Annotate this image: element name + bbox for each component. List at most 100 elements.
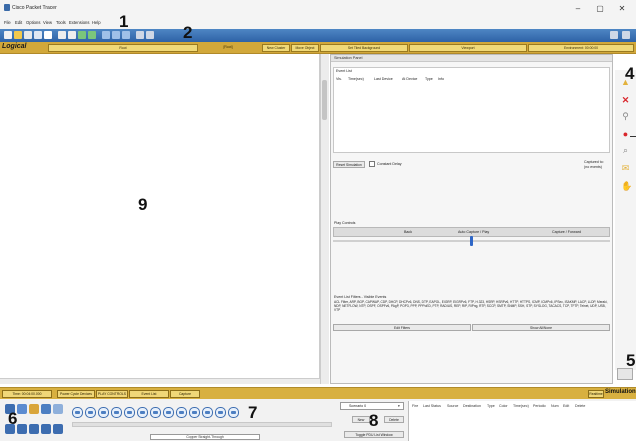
- save-icon[interactable]: [24, 31, 32, 39]
- new-cluster-button[interactable]: New Cluster: [262, 44, 290, 52]
- paste-icon[interactable]: [68, 31, 76, 39]
- open-icon[interactable]: [14, 31, 22, 39]
- simulation-mode-icon[interactable]: [617, 368, 633, 380]
- event-col-last-device: Last Device: [374, 77, 393, 81]
- power-cycle-devices-button[interactable]: Power Cycle Devices: [57, 390, 95, 398]
- device-model-8[interactable]: [163, 407, 174, 418]
- hubs-icon[interactable]: [29, 424, 39, 434]
- print-icon[interactable]: [34, 31, 42, 39]
- realtime-tab[interactable]: Realtime: [588, 390, 604, 398]
- device-model-10[interactable]: [189, 407, 200, 418]
- device-model-2[interactable]: [85, 407, 96, 418]
- pdu-col-time: Time(sec): [513, 404, 529, 408]
- new-scenario-button[interactable]: New: [352, 416, 370, 423]
- activity-wizard-icon[interactable]: [44, 31, 52, 39]
- environment-button[interactable]: Environment: 00:00:00: [528, 44, 634, 52]
- miscellaneous-icon[interactable]: [53, 404, 63, 414]
- toggle-pdu-list-button[interactable]: Toggle PDU List Window: [344, 431, 404, 438]
- zoom-out-icon[interactable]: [122, 31, 130, 39]
- undo-icon[interactable]: [78, 31, 86, 39]
- device-model-13[interactable]: [228, 407, 239, 418]
- scrollbar-thumb[interactable]: [322, 80, 327, 120]
- menu-tools[interactable]: Tools: [56, 20, 66, 25]
- scenario-select[interactable]: Scenario 0 ▾: [340, 402, 404, 410]
- capture-button[interactable]: Capture: [170, 390, 200, 398]
- reset-simulation-button[interactable]: Reset Simulation: [333, 161, 365, 168]
- close-button[interactable]: ✕: [612, 3, 632, 14]
- constant-delay-label: Constant Delay: [377, 162, 402, 166]
- resize-shape-icon[interactable]: ⌕: [621, 146, 630, 155]
- menu-help[interactable]: Help: [92, 20, 101, 25]
- simulation-tab[interactable]: Simulation: [605, 389, 636, 395]
- logical-tab[interactable]: Logical: [2, 43, 27, 50]
- auto-capture-play-button[interactable]: Auto Capture / Play: [458, 230, 489, 234]
- captured-to-label: Captured to:: [584, 160, 604, 164]
- menu-file[interactable]: File: [4, 20, 11, 25]
- device-model-7[interactable]: [150, 407, 161, 418]
- pdu-col-color: Color: [499, 404, 508, 408]
- pdu-col-type: Type: [487, 404, 495, 408]
- menu-view[interactable]: View: [43, 20, 52, 25]
- pdu-col-edit: Edit: [563, 404, 570, 408]
- drawing-palette-icon[interactable]: [136, 31, 144, 39]
- zoom-reset-icon[interactable]: [112, 31, 120, 39]
- move-object-button[interactable]: Move Object: [291, 44, 319, 52]
- maximize-button[interactable]: ▢: [590, 3, 610, 14]
- device-model-3[interactable]: [98, 407, 109, 418]
- device-scrollbar[interactable]: [72, 422, 332, 427]
- switches-icon[interactable]: [17, 424, 27, 434]
- inspect-icon[interactable]: ⚲: [621, 112, 630, 121]
- menu-extensions[interactable]: Extensions: [69, 20, 89, 25]
- device-model-4[interactable]: [111, 407, 122, 418]
- event-col-at-device: At Device: [402, 77, 418, 81]
- redo-icon[interactable]: [88, 31, 96, 39]
- back-button[interactable]: Back: [404, 230, 412, 234]
- add-simple-pdu-icon[interactable]: ✉: [621, 164, 630, 173]
- show-all-none-button[interactable]: Show All/None: [472, 324, 610, 331]
- zoom-in-icon[interactable]: [102, 31, 110, 39]
- delete-scenario-button[interactable]: Delete: [384, 416, 404, 423]
- delete-icon[interactable]: ✕: [621, 96, 630, 105]
- window-title: Cisco Packet Tracer: [12, 5, 57, 11]
- set-tiled-background-button[interactable]: Set Tiled Background: [320, 44, 408, 52]
- capture-forward-button[interactable]: Capture / Forward: [552, 230, 581, 234]
- security-icon[interactable]: [53, 424, 63, 434]
- help-icon[interactable]: [622, 31, 630, 39]
- root-button[interactable]: Root: [48, 44, 198, 52]
- place-note-icon[interactable]: ●: [621, 130, 630, 139]
- add-complex-pdu-icon[interactable]: ✋: [621, 182, 632, 191]
- custom-devices-icon[interactable]: [146, 31, 154, 39]
- device-model-5[interactable]: [124, 407, 135, 418]
- components-icon[interactable]: [29, 404, 39, 414]
- event-list-label: Event List: [336, 69, 352, 73]
- play-speed-slider[interactable]: [470, 236, 473, 246]
- connections-icon[interactable]: [41, 404, 51, 414]
- wireless-devices-icon[interactable]: [41, 424, 51, 434]
- device-model-6[interactable]: [137, 407, 148, 418]
- pdu-col-periodic: Periodic: [533, 404, 546, 408]
- viewport-button[interactable]: Viewport: [409, 44, 527, 52]
- filter-protocol-list: ACL Filter, ARP, BGP, CAPWAP, CDP, DHCP,…: [334, 300, 608, 312]
- scenario-value: Scenario 0: [349, 404, 367, 408]
- edit-filters-button[interactable]: Edit Filters: [333, 324, 471, 331]
- menu-options[interactable]: Options: [26, 20, 40, 25]
- play-controls-status[interactable]: PLAY CONTROLS: [96, 390, 128, 398]
- menu-edit[interactable]: Edit: [15, 20, 22, 25]
- play-controls-label: Play Controls: [334, 221, 356, 225]
- constant-delay-checkbox[interactable]: [369, 161, 375, 167]
- network-info-icon[interactable]: [610, 31, 618, 39]
- workspace-horizontal-scrollbar[interactable]: [0, 378, 320, 384]
- workspace-canvas[interactable]: [0, 54, 320, 378]
- copy-icon[interactable]: [58, 31, 66, 39]
- end-devices-icon[interactable]: [17, 404, 27, 414]
- device-model-11[interactable]: [202, 407, 213, 418]
- minimize-button[interactable]: –: [568, 3, 588, 14]
- new-icon[interactable]: [4, 31, 12, 39]
- time-display: Time: 00:04:00.000: [2, 390, 52, 398]
- event-list-button[interactable]: Event List: [129, 390, 169, 398]
- title-bar: Cisco Packet Tracer – ▢ ✕: [0, 0, 636, 18]
- device-model-9[interactable]: [176, 407, 187, 418]
- device-model-12[interactable]: [215, 407, 226, 418]
- callout-common-tools: 4: [625, 64, 635, 83]
- device-model-1[interactable]: [72, 407, 83, 418]
